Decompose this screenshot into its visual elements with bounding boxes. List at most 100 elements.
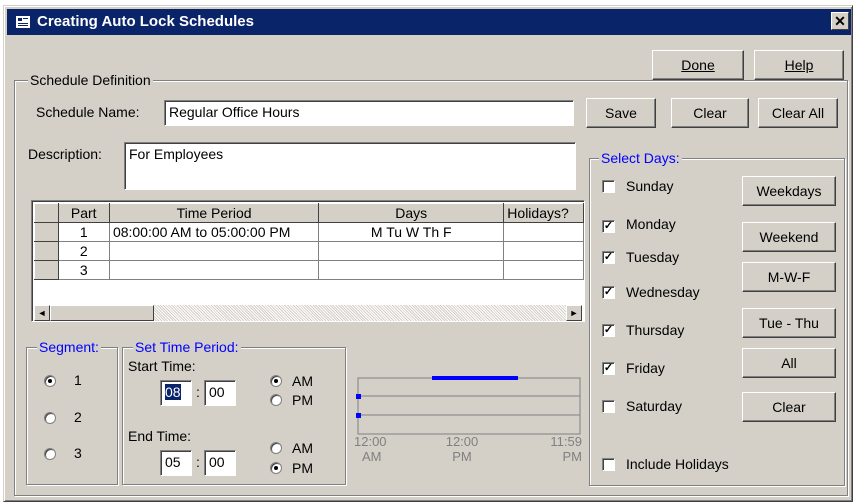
holidays-cell[interactable] — [503, 260, 584, 280]
time-period-cell[interactable] — [108, 241, 320, 261]
select-days-legend: Select Days: — [599, 150, 682, 166]
saturday-label: Saturday — [626, 398, 683, 414]
start-am-radio[interactable] — [270, 375, 282, 387]
holidays-cell[interactable] — [503, 241, 584, 261]
horizontal-scrollbar[interactable]: ◄ ► — [34, 305, 582, 321]
scroll-right-icon[interactable]: ► — [566, 305, 582, 321]
start-time-colon: : — [196, 384, 200, 400]
start-am-label: AM — [292, 373, 313, 389]
start-pm-radio[interactable] — [270, 394, 282, 406]
weekend-button[interactable]: Weekend — [742, 222, 836, 252]
end-pm-radio[interactable] — [270, 462, 282, 474]
column-header-days[interactable]: Days — [318, 203, 505, 223]
end-time-colon: : — [196, 454, 200, 470]
part-cell[interactable]: 2 — [57, 241, 110, 261]
clear-label: Clear — [693, 105, 727, 121]
clear-days-label: Clear — [772, 399, 806, 415]
close-icon[interactable]: ✕ — [831, 12, 849, 30]
scroll-thumb[interactable] — [50, 305, 154, 321]
tick-end-time: 11:59 — [550, 434, 582, 449]
dialog-window: Creating Auto Lock Schedules ✕ Done Help… — [3, 5, 853, 502]
tue-thu-label: Tue - Thu — [759, 315, 819, 331]
mwf-label: M-W-F — [767, 269, 811, 285]
include-holidays-checkbox[interactable] — [602, 458, 615, 471]
segment-option-3: 3 — [74, 445, 82, 461]
segment-option-1: 1 — [74, 372, 82, 388]
done-button[interactable]: Done — [652, 50, 744, 80]
saturday-checkbox[interactable] — [602, 400, 615, 413]
monday-label: Monday — [626, 216, 676, 232]
sunday-checkbox[interactable] — [602, 180, 615, 193]
end-time-label: End Time: — [128, 428, 192, 444]
holidays-cell[interactable] — [503, 222, 584, 242]
end-am-radio[interactable] — [270, 442, 282, 454]
include-holidays-label: Include Holidays — [626, 456, 729, 472]
end-minute-field[interactable]: 00 — [204, 450, 236, 476]
end-hour-field[interactable]: 05 — [160, 450, 192, 476]
time-period-cell[interactable]: 08:00:00 AM to 05:00:00 PM — [108, 222, 320, 242]
column-header-part[interactable]: Part — [57, 203, 110, 223]
segment-3-marker — [356, 413, 361, 418]
end-am-label: AM — [292, 440, 313, 456]
days-cell[interactable] — [318, 241, 505, 261]
save-button[interactable]: Save — [586, 98, 656, 128]
tuesday-checkbox[interactable]: ✓ — [602, 251, 615, 264]
segment-radio-2[interactable] — [44, 412, 56, 424]
friday-checkbox[interactable]: ✓ — [602, 362, 615, 375]
table-row[interactable]: 3 — [34, 260, 584, 280]
tick-noon-time: 12:00 — [445, 434, 479, 449]
scroll-left-icon[interactable]: ◄ — [34, 305, 50, 321]
time-period-cell[interactable] — [108, 260, 320, 280]
app-icon — [16, 16, 30, 28]
start-hour-field[interactable]: 08 — [160, 380, 192, 406]
weekend-label: Weekend — [759, 229, 819, 245]
title-bar: Creating Auto Lock Schedules ✕ — [7, 9, 851, 35]
schedule-parts-table: Part Time Period Days Holidays? 1 08:00:… — [31, 200, 585, 322]
clear-all-label: Clear All — [771, 105, 825, 121]
segment-legend: Segment: — [37, 339, 101, 355]
segment-2-marker — [356, 394, 361, 399]
monday-checkbox[interactable]: ✓ — [602, 220, 615, 233]
tick-label-noon: 12:00 PM — [442, 434, 482, 464]
clear-all-button[interactable]: Clear All — [758, 98, 838, 128]
save-label: Save — [605, 105, 637, 121]
weekdays-button[interactable]: Weekdays — [742, 176, 836, 206]
clear-days-button[interactable]: Clear — [742, 392, 836, 422]
start-hour-value: 08 — [165, 384, 181, 400]
days-cell[interactable] — [318, 260, 505, 280]
schedule-name-field[interactable]: Regular Office Hours — [164, 100, 574, 126]
start-pm-label: PM — [292, 392, 313, 408]
mwf-button[interactable]: M-W-F — [742, 262, 836, 292]
row-selector[interactable] — [34, 241, 59, 261]
days-cell[interactable]: M Tu W Th F — [318, 222, 505, 242]
timeline-frame — [357, 377, 581, 435]
weekdays-label: Weekdays — [756, 183, 822, 199]
row-selector[interactable] — [34, 222, 59, 242]
tick-noon-ampm: PM — [452, 449, 472, 464]
wednesday-checkbox[interactable]: ✓ — [602, 286, 615, 299]
row-selector[interactable] — [34, 260, 59, 280]
tick-start-ampm: AM — [362, 449, 382, 464]
clear-button[interactable]: Clear — [671, 98, 749, 128]
column-header-time-period[interactable]: Time Period — [108, 203, 320, 223]
segment-radio-1[interactable] — [44, 375, 56, 387]
tuesday-label: Tuesday — [626, 249, 680, 265]
table-row[interactable]: 1 08:00:00 AM to 05:00:00 PM M Tu W Th F — [34, 222, 584, 242]
friday-label: Friday — [626, 360, 665, 376]
column-header-holidays[interactable]: Holidays? — [503, 203, 584, 223]
segment-option-2: 2 — [74, 409, 82, 425]
description-field[interactable]: For Employees — [124, 142, 576, 190]
tue-thu-button[interactable]: Tue - Thu — [742, 308, 836, 338]
part-cell[interactable]: 1 — [57, 222, 110, 242]
tick-label-start: 12:00 AM — [354, 434, 394, 464]
start-time-label: Start Time: — [128, 358, 196, 374]
part-cell[interactable]: 3 — [57, 260, 110, 280]
help-button[interactable]: Help — [754, 50, 844, 80]
start-minute-field[interactable]: 00 — [204, 380, 236, 406]
tick-start-time: 12:00 — [354, 434, 387, 449]
sunday-label: Sunday — [626, 178, 674, 194]
segment-radio-3[interactable] — [44, 448, 56, 460]
table-row[interactable]: 2 — [34, 241, 584, 261]
thursday-checkbox[interactable]: ✓ — [602, 324, 615, 337]
all-days-button[interactable]: All — [742, 348, 836, 378]
